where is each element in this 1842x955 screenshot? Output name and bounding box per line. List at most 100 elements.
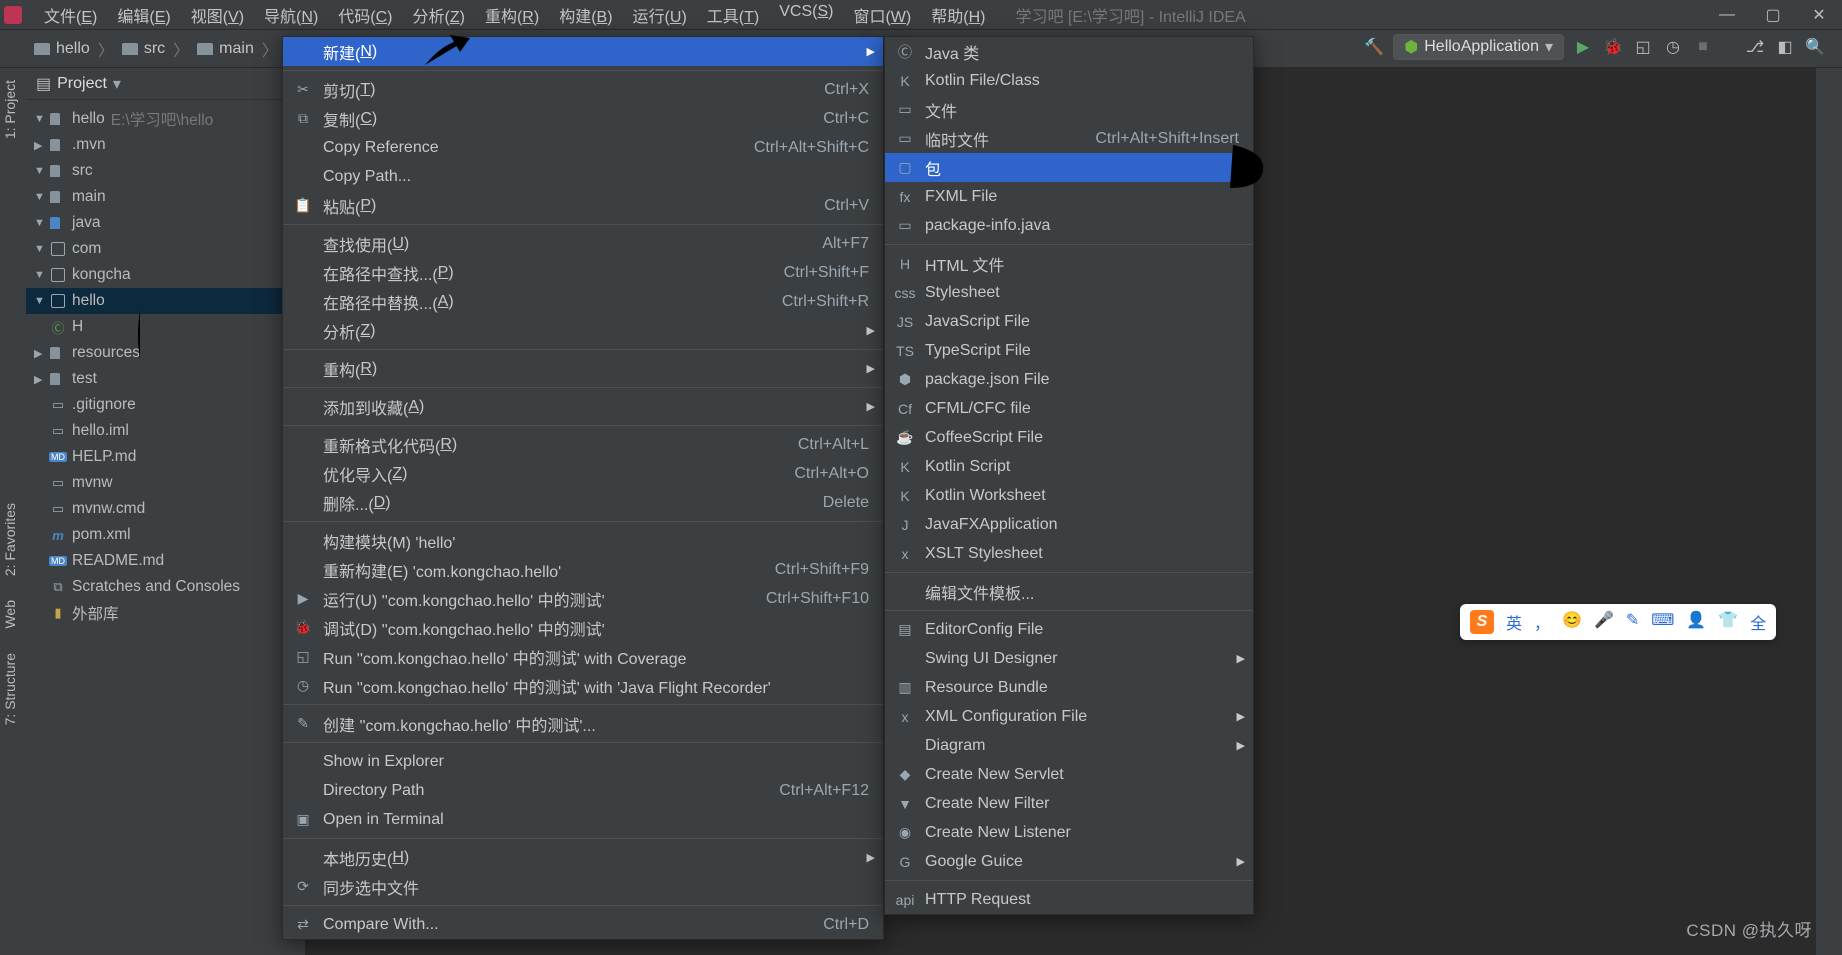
tree-node[interactable]: kongcha [26,262,305,288]
menu-item[interactable]: 查找使用(U)Alt+F7 [283,229,883,258]
menu-item[interactable]: 🐞调试(D) ''com.kongchao.hello' 中的测试' [283,613,883,642]
ime-segment[interactable]: ✎ [1626,610,1639,634]
tree-node[interactable]: hello [26,288,305,314]
tree-node[interactable]: src [26,158,305,184]
menu-item[interactable]: ⧉复制(C)Ctrl+C [283,104,883,133]
menu-视图[interactable]: 视图(V) [181,0,254,31]
menu-item[interactable]: KKotlin Script [885,452,1253,481]
menu-item[interactable]: ▥Resource Bundle [885,673,1253,702]
menu-item[interactable]: 新建(N)▶ [283,37,883,66]
ime-segment[interactable]: 英 [1506,610,1522,634]
profiler-button[interactable]: ◷ [1662,36,1684,58]
menu-item[interactable]: 分析(Z)▶ [283,316,883,345]
menu-运行[interactable]: 运行(U) [623,0,697,31]
tree-node[interactable]: ▭mvnw [26,470,305,496]
context-menu[interactable]: 新建(N)▶✂剪切(T)Ctrl+X⧉复制(C)Ctrl+CCopy Refer… [282,36,884,940]
side-tab-favorites[interactable]: 2: Favorites [0,491,20,588]
menu-item[interactable]: ▭文件 [885,95,1253,124]
run-button[interactable]: ▶ [1572,36,1594,58]
menu-item[interactable]: HHTML 文件 [885,249,1253,278]
menu-item[interactable]: TSTypeScript File [885,336,1253,365]
menu-item[interactable]: apiHTTP Request [885,885,1253,914]
breadcrumb-segment[interactable]: main [193,38,258,60]
tree-node[interactable]: resources [26,340,305,366]
breadcrumb-segment[interactable]: hello [30,38,94,60]
breadcrumb-segment[interactable]: src [118,38,169,60]
menu-item[interactable]: 优化导入(Z)Ctrl+Alt+O [283,459,883,488]
menu-item[interactable]: ✂剪切(T)Ctrl+X [283,75,883,104]
minimize-button[interactable]: — [1704,0,1750,30]
menu-item[interactable]: xXML Configuration File▶ [885,702,1253,731]
menu-item[interactable]: ◉Create New Listener [885,818,1253,847]
project-panel-header[interactable]: ▤ Project ▾ [26,68,305,100]
menu-工具[interactable]: 工具(T) [697,0,769,31]
menu-重构[interactable]: 重构(R) [475,0,549,31]
menu-item[interactable]: Diagram▶ [885,731,1253,760]
tree-node[interactable]: test [26,366,305,392]
git-button[interactable]: ⎇ [1744,36,1766,58]
menu-文件[interactable]: 文件(E) [34,0,107,31]
menu-代码[interactable]: 代码(C) [328,0,402,31]
side-tab-structure[interactable]: 7: Structure [0,641,20,737]
menu-item[interactable]: 在路径中查找...(P)Ctrl+Shift+F [283,258,883,287]
menu-分析[interactable]: 分析(Z) [403,0,475,31]
menu-item[interactable]: KKotlin Worksheet [885,481,1253,510]
menu-item[interactable]: fxFXML File [885,182,1253,211]
menu-窗口[interactable]: 窗口(W) [843,0,921,31]
tree-node[interactable]: ▭hello.iml [26,418,305,444]
menu-item[interactable]: ◆Create New Servlet [885,760,1253,789]
menu-item[interactable]: ◱Run ''com.kongchao.hello' 中的测试' with Co… [283,642,883,671]
menu-item[interactable]: ⒸJava 类 [885,37,1253,66]
menu-item[interactable]: 构建模块(M) 'hello' [283,526,883,555]
ime-segment[interactable]: ⌨ [1651,610,1674,634]
tree-node[interactable]: helloE:\学习吧\hello [26,106,305,132]
project-tree[interactable]: helloE:\学习吧\hello.mvnsrcmainjavacomkongc… [26,100,305,632]
search-everywhere-button[interactable]: 🔍 [1804,36,1826,58]
maximize-button[interactable]: ▢ [1750,0,1796,30]
tree-node[interactable]: java [26,210,305,236]
menu-item[interactable]: JJavaFXApplication [885,510,1253,539]
tree-node[interactable]: ▭mvnw.cmd [26,496,305,522]
tree-node[interactable]: MDREADME.md [26,548,305,574]
tree-node[interactable]: com [26,236,305,262]
menu-item[interactable]: xXSLT Stylesheet [885,539,1253,568]
debug-button[interactable]: 🐞 [1602,36,1624,58]
menu-item[interactable]: 添加到收藏(A)▶ [283,392,883,421]
menu-item[interactable]: 编辑文件模板... [885,577,1253,606]
tree-node[interactable]: ⧉Scratches and Consoles [26,574,305,600]
menu-item[interactable]: 重新格式化代码(R)Ctrl+Alt+L [283,430,883,459]
menu-item[interactable]: Directory PathCtrl+Alt+F12 [283,776,883,805]
menu-item[interactable]: ◷Run ''com.kongchao.hello' 中的测试' with 'J… [283,671,883,700]
menu-item[interactable]: 重构(R)▶ [283,354,883,383]
coverage-button[interactable]: ◱ [1632,36,1654,58]
ime-segment[interactable]: 👕 [1718,610,1738,634]
side-tab-web[interactable]: Web [0,588,20,641]
tree-node[interactable]: ▮外部库 [26,600,305,626]
run-configuration-selector[interactable]: ⬢ HelloApplication ▾ [1393,34,1564,60]
tree-node[interactable]: ▭.gitignore [26,392,305,418]
menu-item[interactable]: ▣Open in Terminal [283,805,883,834]
menu-item[interactable]: GGoogle Guice▶ [885,847,1253,876]
side-tab-project[interactable]: 1: Project [0,68,20,151]
stop-button[interactable]: ■ [1692,36,1714,58]
menu-item[interactable]: ☕CoffeeScript File [885,423,1253,452]
menu-导航[interactable]: 导航(N) [254,0,328,31]
ime-segment[interactable]: 😊 [1562,610,1582,634]
tree-node[interactable]: main [26,184,305,210]
menu-item[interactable]: ▶运行(U) ''com.kongchao.hello' 中的测试'Ctrl+S… [283,584,883,613]
menu-item[interactable]: 删除...(D)Delete [283,488,883,517]
close-button[interactable]: ✕ [1796,0,1842,30]
tree-node[interactable]: mpom.xml [26,522,305,548]
tree-node[interactable]: ⒸH [26,314,305,340]
menu-item[interactable]: ⟳同步选中文件 [283,872,883,901]
menu-item[interactable]: ⬢package.json File [885,365,1253,394]
menu-item[interactable]: ▼Create New Filter [885,789,1253,818]
menu-帮助[interactable]: 帮助(H) [921,0,995,31]
ime-segment[interactable]: 全 [1750,610,1766,634]
new-submenu[interactable]: ⒸJava 类KKotlin File/Class▭文件▭临时文件Ctrl+Al… [884,36,1254,915]
breadcrumb[interactable]: hello〉src〉main〉 [0,37,312,61]
ime-segment[interactable]: 🎤 [1594,610,1614,634]
tree-node[interactable]: MDHELP.md [26,444,305,470]
menu-item[interactable]: 在路径中替换...(A)Ctrl+Shift+R [283,287,883,316]
menu-item[interactable]: Copy Path... [283,162,883,191]
